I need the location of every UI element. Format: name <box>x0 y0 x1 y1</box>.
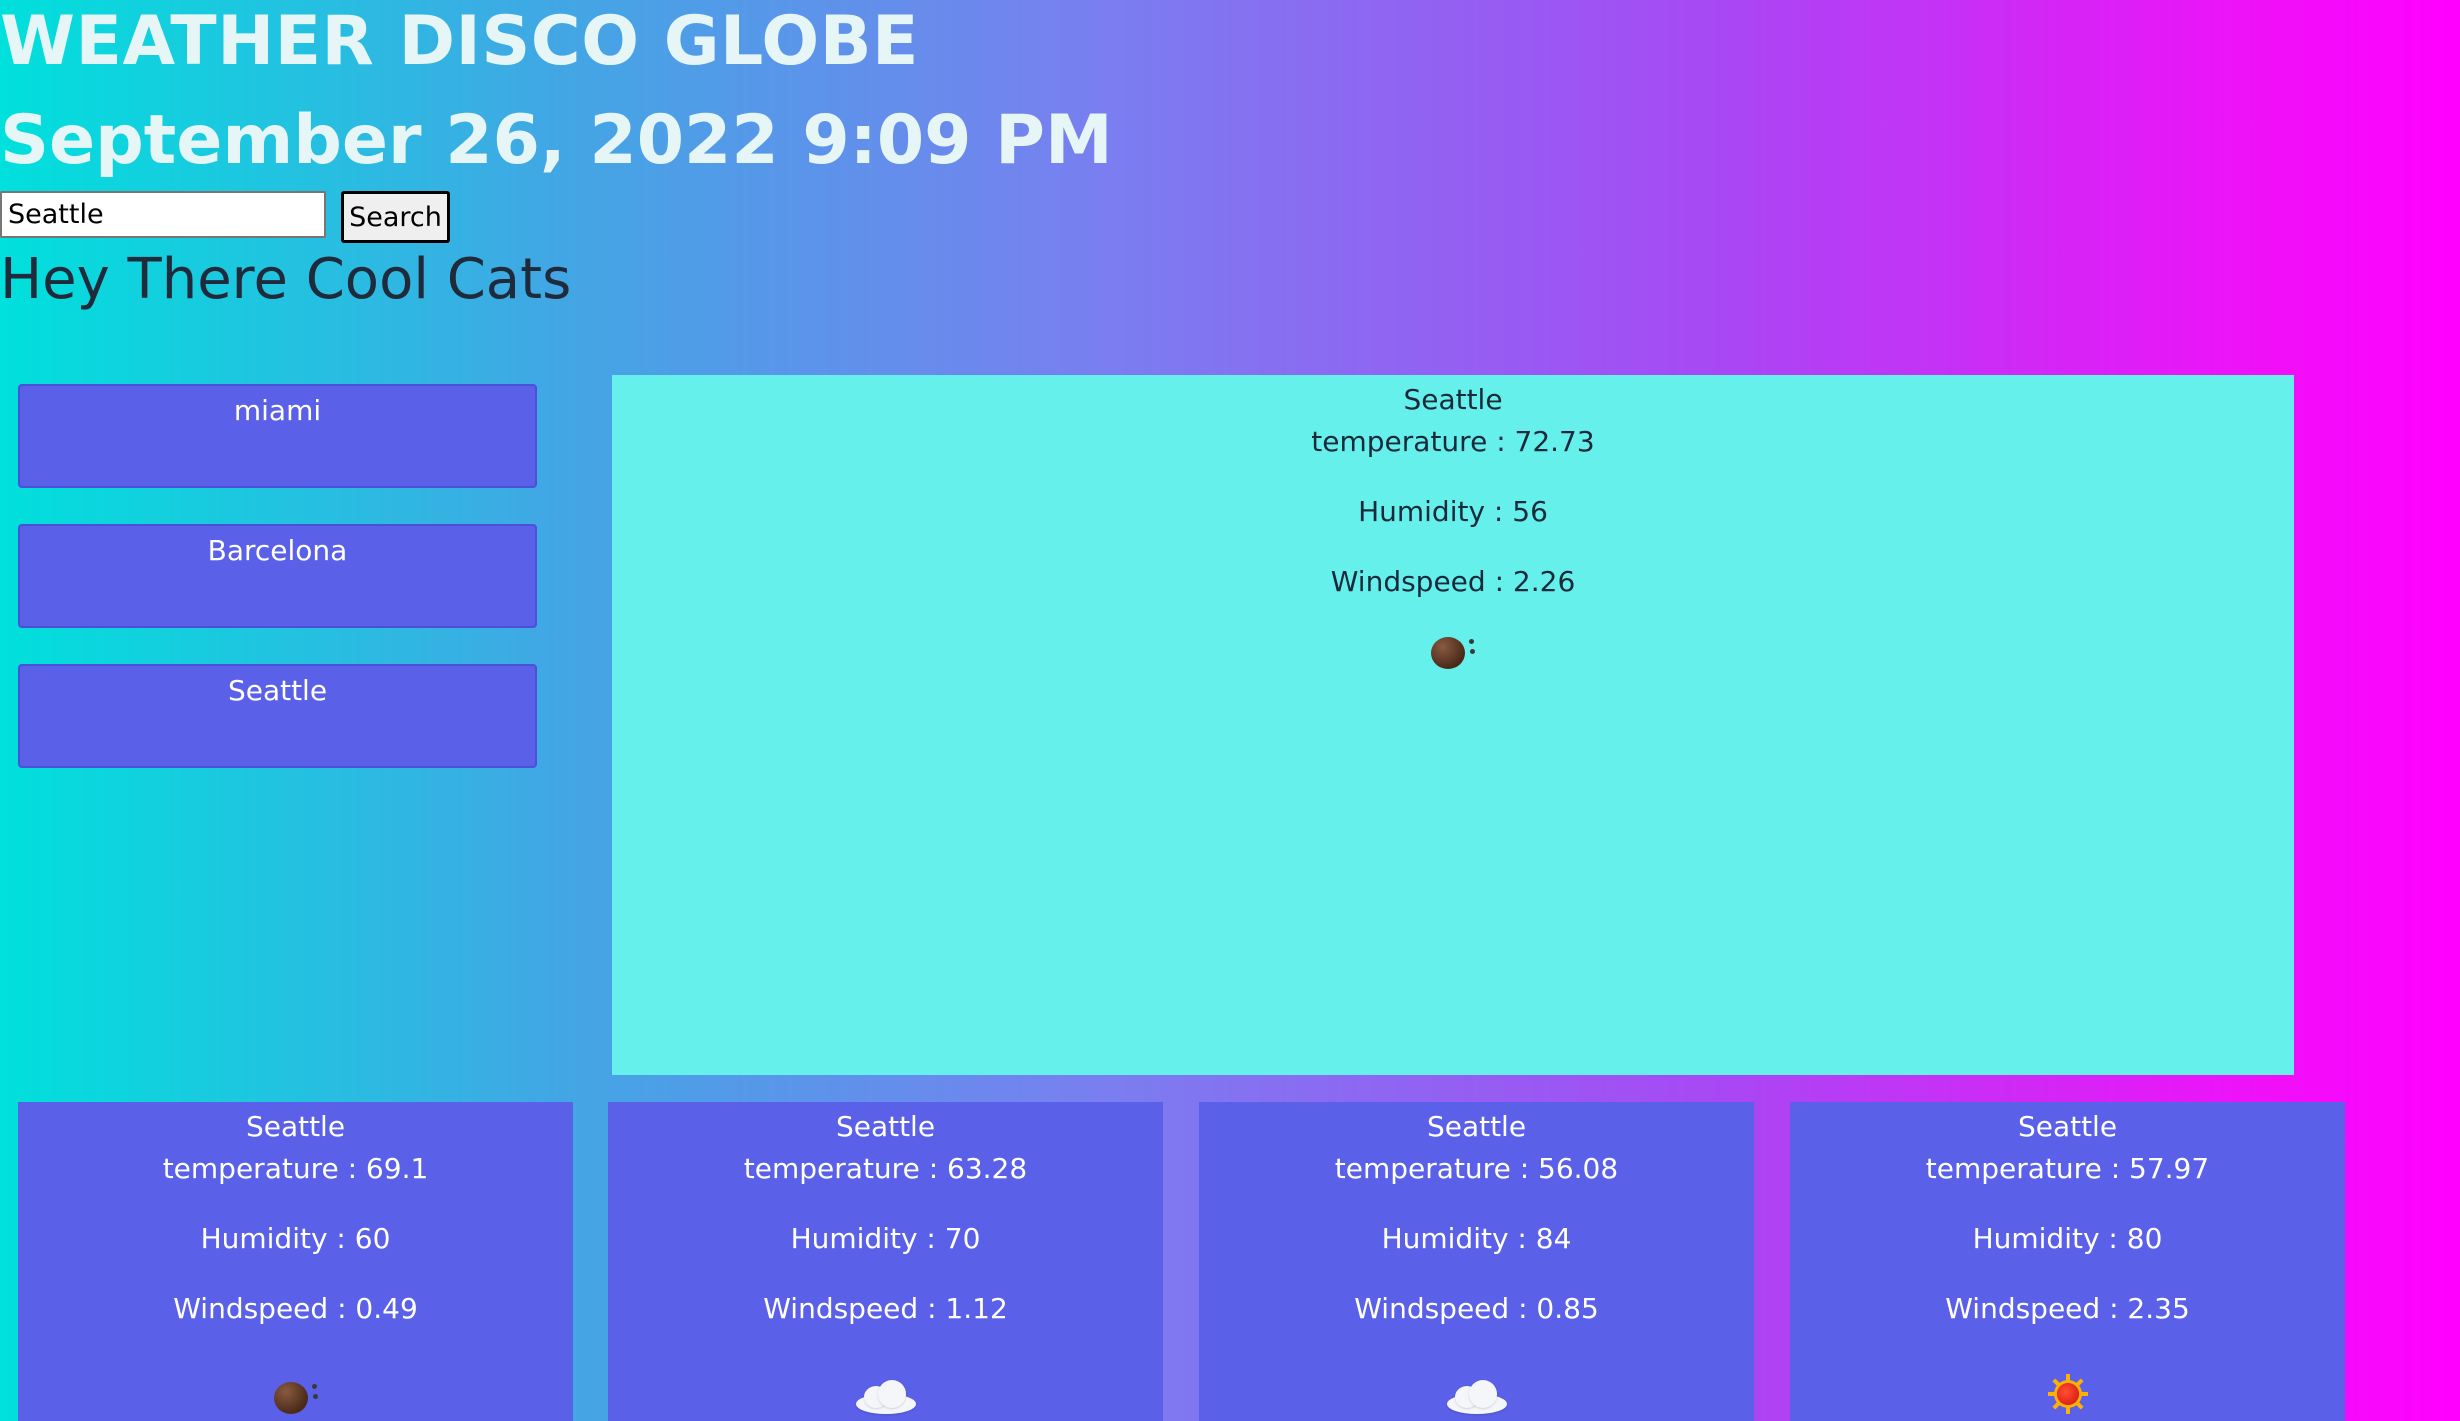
current-weather-card: Seattle temperature : 72.73 Humidity : 5… <box>612 375 2294 1075</box>
forecast-card: Seattle temperature : 56.08 Humidity : 8… <box>1199 1102 1754 1421</box>
forecast-temperature: temperature : 57.97 <box>1925 1152 2210 1185</box>
forecast-humidity: Humidity : 84 <box>1381 1222 1572 1255</box>
app-title: WEATHER DISCO GLOBE <box>0 2 919 81</box>
greeting-heading: Hey There Cool Cats <box>0 247 572 312</box>
cloud-icon <box>1445 1380 1509 1414</box>
forecast-windspeed: Windspeed : 2.35 <box>1945 1292 2190 1325</box>
forecast-humidity: Humidity : 70 <box>790 1222 981 1255</box>
forecast-card: Seattle temperature : 69.1 Humidity : 60… <box>18 1102 573 1421</box>
forecast-card: Seattle temperature : 63.28 Humidity : 7… <box>608 1102 1163 1421</box>
forecast-humidity: Humidity : 80 <box>1972 1222 2163 1255</box>
forecast-humidity: Humidity : 60 <box>200 1222 391 1255</box>
forecast-city: Seattle <box>2017 1110 2118 1143</box>
forecast-city: Seattle <box>1426 1110 1527 1143</box>
current-temperature: temperature : 72.73 <box>1311 425 1595 458</box>
forecast-windspeed: Windspeed : 0.85 <box>1354 1292 1599 1325</box>
forecast-temperature: temperature : 56.08 <box>1334 1152 1619 1185</box>
current-windspeed: Windspeed : 2.26 <box>1330 565 1576 598</box>
search-button[interactable]: Search <box>341 191 450 243</box>
cloud-icon <box>854 1380 918 1414</box>
history-button-miami[interactable]: miami <box>18 384 537 488</box>
forecast-windspeed: Windspeed : 1.12 <box>763 1292 1008 1325</box>
history-button-seattle[interactable]: Seattle <box>18 664 537 768</box>
search-input[interactable] <box>0 191 326 238</box>
forecast-temperature: temperature : 69.1 <box>162 1152 429 1185</box>
current-datetime: September 26, 2022 9:09 PM <box>0 101 1113 180</box>
sun-icon <box>2047 1374 2088 1414</box>
current-humidity: Humidity : 56 <box>1358 495 1548 528</box>
forecast-temperature: temperature : 63.28 <box>743 1152 1028 1185</box>
forecast-city: Seattle <box>245 1110 346 1143</box>
bomb-icon <box>1431 631 1475 671</box>
history-button-barcelona[interactable]: Barcelona <box>18 524 537 628</box>
current-city: Seattle <box>1403 383 1503 416</box>
forecast-city: Seattle <box>835 1110 936 1143</box>
forecast-windspeed: Windspeed : 0.49 <box>173 1292 418 1325</box>
bomb-icon <box>273 1376 318 1416</box>
forecast-card: Seattle temperature : 57.97 Humidity : 8… <box>1790 1102 2345 1421</box>
